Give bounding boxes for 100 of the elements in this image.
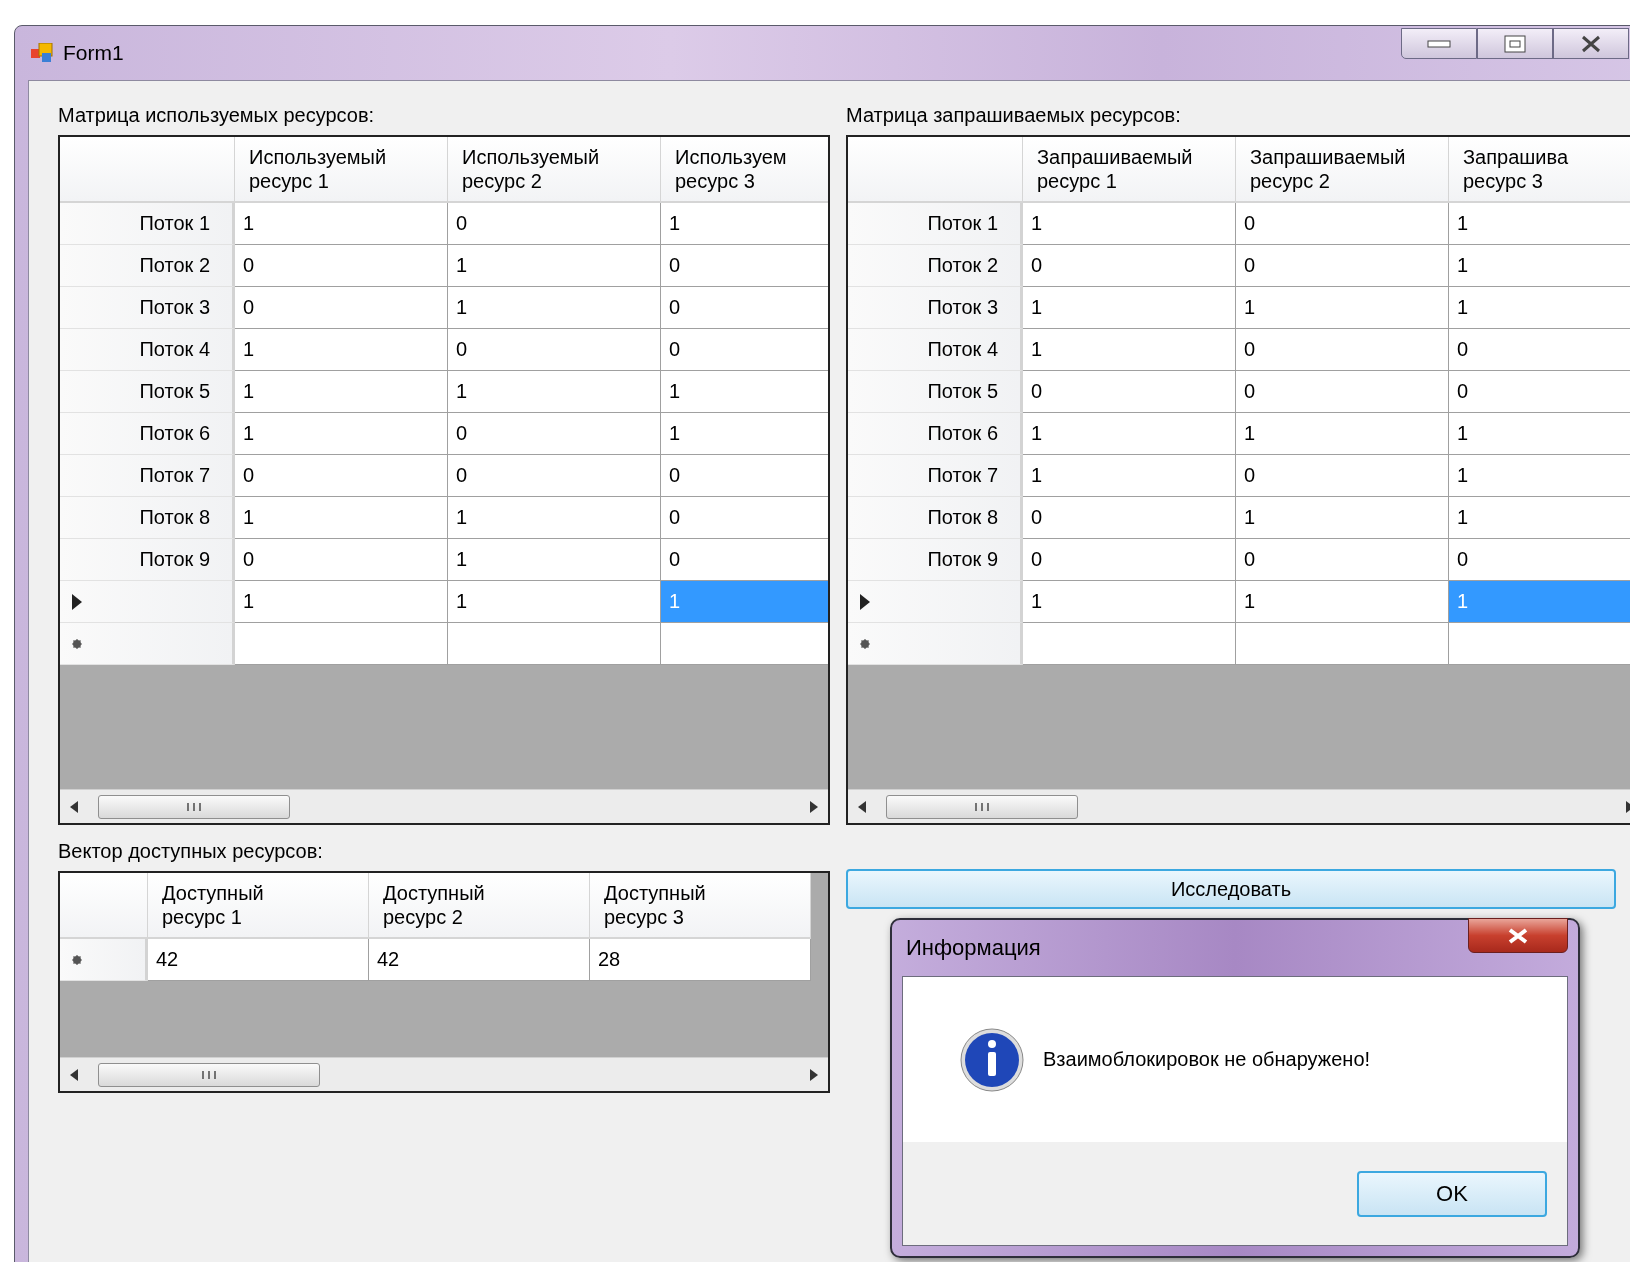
table-cell[interactable]: 1 [1449,287,1630,329]
table-cell[interactable] [1449,623,1630,665]
row-header[interactable]: Поток 9 [848,539,1023,581]
table-cell[interactable]: 0 [1236,245,1449,287]
column-header[interactable]: Запрашиваемый ресурс 2 [1236,137,1449,203]
table-cell[interactable]: 0 [448,203,661,245]
table-cell[interactable]: 1 [448,371,661,413]
column-header[interactable]: Доступный ресурс 3 [590,873,811,939]
close-button[interactable] [1553,28,1629,59]
table-cell[interactable]: 1 [1449,413,1630,455]
close-button[interactable] [1468,918,1568,953]
column-header[interactable]: Используемый ресурс 1 [235,137,448,203]
row-header[interactable]: Поток 2 [60,245,235,287]
scrollbar-thumb[interactable] [98,1062,320,1087]
column-header[interactable]: Используем ресурс 3 [661,137,828,203]
table-cell[interactable]: 0 [1236,371,1449,413]
table-cell[interactable]: 0 [1449,371,1630,413]
table-cell[interactable] [661,623,828,665]
scroll-right-icon[interactable] [810,1068,818,1081]
table-cell[interactable]: 0 [235,455,448,497]
row-header[interactable]: Поток 3 [848,287,1023,329]
table-cell[interactable]: 0 [1449,539,1630,581]
table-cell[interactable]: 0 [661,497,828,539]
table-cell[interactable]: 0 [1023,539,1236,581]
row-header[interactable]: Поток 5 [60,371,235,413]
table-cell[interactable]: 1 [1449,455,1630,497]
table-cell[interactable]: 1 [235,203,448,245]
table-cell[interactable] [235,623,448,665]
table-cell[interactable]: 1 [1023,455,1236,497]
horizontal-scrollbar[interactable] [848,789,1630,823]
table-cell[interactable]: 1 [661,371,828,413]
row-header[interactable]: Поток 9 [60,539,235,581]
table-cell[interactable]: 0 [1023,371,1236,413]
table-cell[interactable]: 42 [148,939,369,981]
row-header[interactable]: Поток 3 [60,287,235,329]
row-header[interactable]: Поток 7 [848,455,1023,497]
row-header[interactable]: Поток 2 [848,245,1023,287]
row-header[interactable]: Поток 8 [60,497,235,539]
table-cell[interactable]: 0 [661,287,828,329]
table-cell[interactable]: 1 [448,245,661,287]
maximize-button[interactable] [1477,28,1553,59]
table-cell[interactable]: 1 [235,497,448,539]
scroll-left-icon[interactable] [70,800,78,813]
table-cell[interactable]: 0 [1023,245,1236,287]
scrollbar-thumb[interactable] [98,794,290,819]
row-header[interactable]: Поток 4 [848,329,1023,371]
table-cell[interactable]: 0 [235,245,448,287]
table-cell[interactable] [1023,623,1236,665]
column-header[interactable]: Запрашиваемый ресурс 1 [1023,137,1236,203]
table-cell[interactable]: 1 [661,413,828,455]
table-cell[interactable]: 0 [1236,329,1449,371]
table-cell[interactable]: 0 [661,245,828,287]
scrollbar-thumb[interactable] [886,794,1078,819]
table-cell[interactable]: 1 [1449,203,1630,245]
horizontal-scrollbar[interactable] [60,789,828,823]
column-header[interactable]: Доступный ресурс 2 [369,873,590,939]
column-header[interactable]: Доступный ресурс 1 [148,873,369,939]
table-cell[interactable]: 1 [235,581,448,623]
row-header[interactable]: Поток 7 [60,455,235,497]
table-cell[interactable]: 1 [1023,413,1236,455]
table-cell[interactable]: 1 [1236,581,1449,623]
table-cell[interactable]: 1 [235,413,448,455]
row-header[interactable]: Поток 1 [848,203,1023,245]
table-cell[interactable]: 1 [235,329,448,371]
table-cell[interactable]: 1 [235,371,448,413]
row-header[interactable]: Поток 6 [60,413,235,455]
table-cell[interactable]: 1 [1236,413,1449,455]
row-header[interactable]: Поток 1 [60,203,235,245]
ok-button[interactable]: OK [1357,1170,1547,1217]
table-cell[interactable]: 0 [448,329,661,371]
row-header[interactable]: Поток 4 [60,329,235,371]
table-cell[interactable]: 28 [590,939,811,981]
analyze-button[interactable]: Исследовать [846,869,1616,909]
table-cell[interactable]: 1 [1449,497,1630,539]
table-cell[interactable]: 0 [235,539,448,581]
table-cell[interactable]: 0 [1236,203,1449,245]
table-cell[interactable]: 1 [661,203,828,245]
row-header[interactable]: Поток 8 [848,497,1023,539]
table-cell[interactable]: 1 [1023,203,1236,245]
table-cell[interactable]: 0 [1023,497,1236,539]
table-cell[interactable]: 1 [448,497,661,539]
scroll-left-icon[interactable] [70,1068,78,1081]
minimize-button[interactable] [1401,28,1477,59]
table-cell[interactable]: 1 [1449,245,1630,287]
table-cell[interactable]: 1 [1023,329,1236,371]
table-cell[interactable]: 1 [1236,287,1449,329]
table-cell[interactable]: 0 [1236,539,1449,581]
scroll-right-icon[interactable] [810,800,818,813]
column-header[interactable]: Запрашива ресурс 3 [1449,137,1630,203]
table-cell[interactable]: 0 [448,455,661,497]
table-cell[interactable]: 0 [1236,455,1449,497]
table-cell[interactable]: 1 [1236,497,1449,539]
horizontal-scrollbar[interactable] [60,1057,828,1091]
table-cell[interactable]: 0 [235,287,448,329]
table-cell[interactable]: 1 [1023,287,1236,329]
table-cell[interactable] [1236,623,1449,665]
row-header[interactable]: Поток 6 [848,413,1023,455]
table-cell[interactable] [448,623,661,665]
table-cell[interactable]: 0 [1449,329,1630,371]
table-cell[interactable]: 1 [448,539,661,581]
